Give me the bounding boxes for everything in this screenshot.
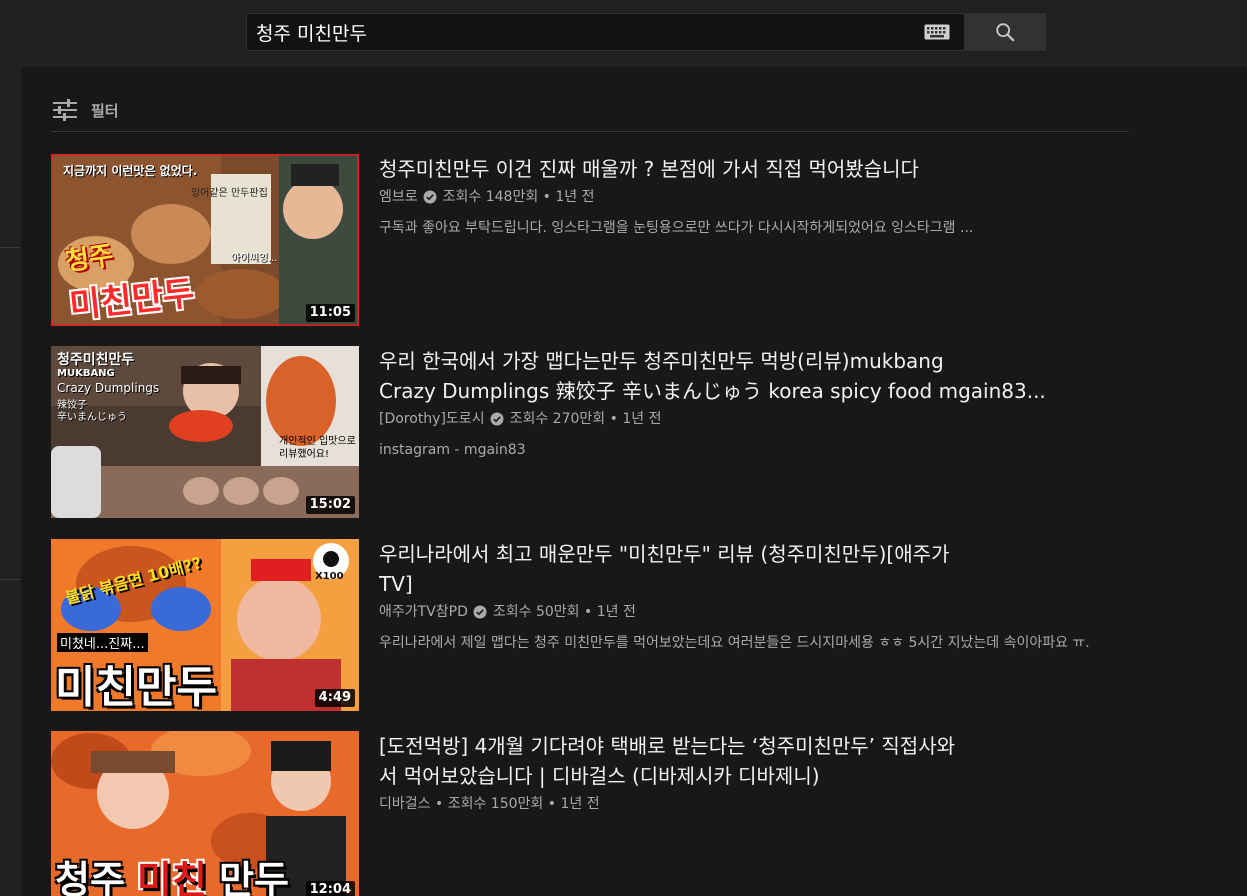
video-thumbnail[interactable]: 청주미친만두 MUKBANG Crazy Dumplings 辣饺子 辛いまんじ… bbox=[51, 346, 359, 518]
sidebar-divider bbox=[0, 247, 21, 248]
view-count: 조회수 50만회 bbox=[492, 604, 580, 620]
meta-separator: • bbox=[605, 411, 623, 427]
video-title-line: 서 먹어보았습니다 | 디바걸스 (디바제시카 디바제니) bbox=[379, 764, 820, 788]
video-duration: 15:02 bbox=[305, 496, 355, 514]
thumbnail-caption: 辛いまんじゅう bbox=[57, 412, 127, 423]
video-title-line: 우리나라에서 최고 매운만두 "미친만두" 리뷰 (청주미친만두)[애주가 bbox=[379, 542, 950, 566]
video-description: 우리나라에서 제일 맵다는 청주 미친만두를 먹어보았는데요 여러분들은 드시지… bbox=[379, 635, 1090, 651]
video-info: [도전먹방] 4개월 기다려야 택배로 받는다는 ‘청주미친만두’ 직접사와 서… bbox=[379, 731, 1129, 814]
filter-divider bbox=[51, 131, 1129, 132]
channel-name[interactable]: 디바걸스 bbox=[379, 794, 431, 814]
video-thumbnail[interactable]: 불닭 볶음면 10배?? X100 미쳤네...진짜... 미친만두 4:49 bbox=[51, 539, 359, 711]
meta-separator: • bbox=[579, 604, 597, 620]
search-input[interactable]: 청주 미친만두 bbox=[246, 13, 965, 51]
channel-name[interactable]: [Dorothy]도로시 bbox=[379, 409, 485, 429]
filter-button[interactable]: 필터 bbox=[52, 96, 119, 124]
sidebar-divider bbox=[0, 579, 21, 580]
video-thumbnail[interactable]: 청주 미친 만두 12:04 bbox=[51, 731, 359, 896]
search-icon bbox=[996, 23, 1015, 42]
filter-sliders-icon bbox=[53, 99, 77, 121]
channel-name[interactable]: 엠브로 bbox=[379, 187, 418, 207]
thumbnail-caption: X100 bbox=[315, 571, 344, 582]
video-title[interactable]: 우리나라에서 최고 매운만두 "미친만두" 리뷰 (청주미친만두)[애주가 TV… bbox=[379, 539, 1069, 599]
thumbnail-caption: 만두 bbox=[219, 858, 289, 896]
video-result[interactable]: 청주 미친 만두 12:04 [도전먹방] 4개월 기다려야 택배로 받는다는 … bbox=[51, 731, 1131, 896]
verified-check-icon bbox=[473, 605, 487, 619]
search-button[interactable] bbox=[964, 13, 1046, 51]
verified-check-icon bbox=[490, 412, 504, 426]
video-thumbnail[interactable]: 지금까지 이런맛은 없었다. 잉어같은 만두판집 아이씨잉... 청주 미친만두… bbox=[51, 154, 359, 326]
video-meta: 디바걸스 • 조회수 150만회 • 1년 전 bbox=[379, 794, 1129, 814]
sidebar bbox=[0, 67, 21, 896]
view-count: 조회수 270만회 bbox=[509, 411, 606, 427]
meta-separator: • bbox=[430, 796, 448, 812]
thumbnail-caption: 잉어같은 만두판집 bbox=[191, 188, 268, 199]
youtube-search-page: 청주 미친만두 필터 지금까지 이런맛은 없었다. 잉어같은 만두판집 아이씨잉… bbox=[0, 0, 1247, 896]
upload-age: 1년 전 bbox=[555, 189, 595, 205]
verified-check-icon bbox=[423, 190, 437, 204]
video-info: 우리 한국에서 가장 맵다는만두 청주미친만두 먹방(리뷰)mukbang Cr… bbox=[379, 346, 1129, 461]
video-result[interactable]: 청주미친만두 MUKBANG Crazy Dumplings 辣饺子 辛いまんじ… bbox=[51, 346, 1131, 518]
video-description: 구독과 좋아요 부탁드립니다. 잉스타그램을 눈팅용으로만 쓰다가 다시시작하게… bbox=[379, 220, 974, 236]
upload-age: 1년 전 bbox=[622, 411, 662, 427]
video-meta: [Dorothy]도로시 조회수 270만회 • 1년 전 bbox=[379, 409, 1129, 429]
video-title-line: 우리 한국에서 가장 맵다는만두 청주미친만두 먹방(리뷰)mukbang bbox=[379, 349, 944, 373]
video-title[interactable]: [도전먹방] 4개월 기다려야 택배로 받는다는 ‘청주미친만두’ 직접사와 서… bbox=[379, 731, 1069, 791]
meta-separator: • bbox=[543, 796, 561, 812]
thumbnail-caption: 청주 bbox=[55, 858, 125, 896]
video-title-line: TV] bbox=[379, 572, 413, 596]
channel-name[interactable]: 애주가TV참PD bbox=[379, 602, 468, 622]
video-duration: 4:49 bbox=[314, 689, 355, 707]
video-title-line: Crazy Dumplings 辣饺子 辛いまんじゅう korea spicy … bbox=[379, 379, 1046, 403]
video-meta: 애주가TV참PD 조회수 50만회 • 1년 전 bbox=[379, 602, 1129, 622]
thumbnail-caption: 청주미친만두 bbox=[57, 352, 135, 368]
thumbnail-caption: 아이씨잉... bbox=[231, 253, 278, 264]
view-count: 조회수 148만회 bbox=[442, 189, 539, 205]
video-title[interactable]: 청주미친만두 이건 진짜 매울까 ? 본점에 가서 직접 먹어봤습니다 bbox=[379, 154, 1069, 184]
thumbnail-caption: 지금까지 이런맛은 없었다. bbox=[63, 164, 198, 178]
upload-age: 1년 전 bbox=[560, 796, 600, 812]
thumbnail-caption: 미친 bbox=[137, 858, 207, 896]
video-title[interactable]: 우리 한국에서 가장 맵다는만두 청주미친만두 먹방(리뷰)mukbang Cr… bbox=[379, 346, 1069, 406]
thumbnail-caption: 미쳤네...진짜... bbox=[57, 633, 148, 652]
top-bar: 청주 미친만두 bbox=[0, 0, 1247, 67]
thumbnail-caption: 미친만두 bbox=[55, 662, 217, 711]
video-meta: 엠브로 조회수 148만회 • 1년 전 bbox=[379, 187, 1129, 207]
filter-label: 필터 bbox=[91, 101, 119, 120]
video-info: 우리나라에서 최고 매운만두 "미친만두" 리뷰 (청주미친만두)[애주가 TV… bbox=[379, 539, 1129, 654]
search-query[interactable]: 청주 미친만두 bbox=[247, 19, 924, 46]
thumbnail-caption: MUKBANG bbox=[57, 368, 115, 379]
video-duration: 11:05 bbox=[305, 304, 355, 322]
meta-separator: • bbox=[538, 189, 556, 205]
view-count: 조회수 150만회 bbox=[447, 796, 544, 812]
keyboard-icon[interactable] bbox=[924, 24, 950, 40]
video-result[interactable]: 지금까지 이런맛은 없었다. 잉어같은 만두판집 아이씨잉... 청주 미친만두… bbox=[51, 154, 1131, 326]
upload-age: 1년 전 bbox=[596, 604, 636, 620]
video-duration: 12:04 bbox=[305, 881, 355, 896]
thumbnail-caption: Crazy Dumplings bbox=[57, 381, 160, 395]
video-info: 청주미친만두 이건 진짜 매울까 ? 본점에 가서 직접 먹어봤습니다 엠브로 … bbox=[379, 154, 1129, 239]
video-title-line: [도전먹방] 4개월 기다려야 택배로 받는다는 ‘청주미친만두’ 직접사와 bbox=[379, 734, 955, 758]
thumbnail-caption: 청주 bbox=[63, 240, 116, 278]
video-result[interactable]: 불닭 볶음면 10배?? X100 미쳤네...진짜... 미친만두 4:49 … bbox=[51, 539, 1131, 711]
video-description: instagram - mgain83 bbox=[379, 442, 526, 458]
thumbnail-caption: 리뷰했어요! bbox=[279, 449, 330, 460]
